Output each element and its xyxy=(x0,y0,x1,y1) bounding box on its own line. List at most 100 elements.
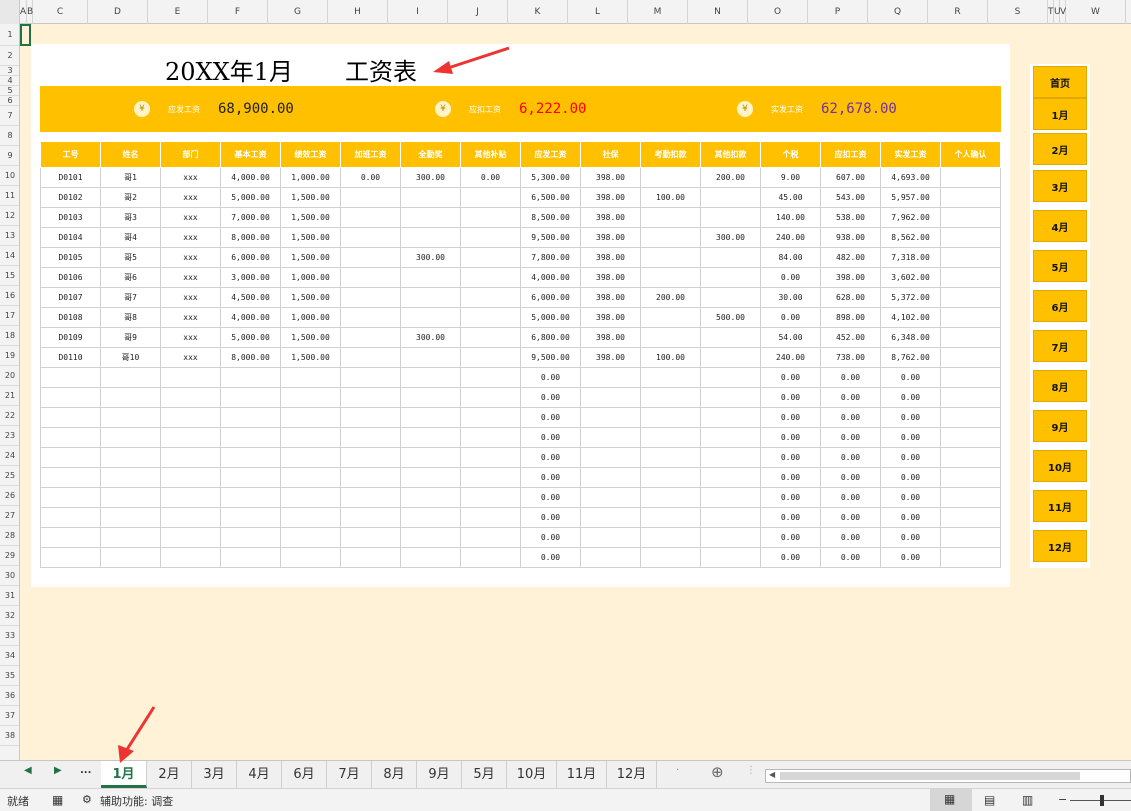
table-cell[interactable] xyxy=(640,247,701,268)
table-cell[interactable] xyxy=(280,367,341,388)
table-cell[interactable]: 398.00 xyxy=(820,267,881,288)
table-cell[interactable]: 1,000.00 xyxy=(280,167,341,188)
table-cell[interactable] xyxy=(100,487,161,508)
table-cell[interactable] xyxy=(700,287,761,308)
table-cell[interactable] xyxy=(340,467,401,488)
table-cell[interactable]: 哥4 xyxy=(100,227,161,248)
tab-scroll-left-icon[interactable]: ◀ xyxy=(24,765,32,776)
table-cell[interactable] xyxy=(940,447,1001,468)
table-cell[interactable] xyxy=(700,367,761,388)
sheet-tab[interactable]: 8月 xyxy=(372,761,417,788)
table-cell[interactable] xyxy=(940,507,1001,528)
table-cell[interactable]: 5,000.00 xyxy=(220,327,281,348)
table-cell[interactable] xyxy=(100,387,161,408)
row-header[interactable]: 6 xyxy=(0,96,19,106)
row-header[interactable]: 16 xyxy=(0,286,19,306)
table-cell[interactable] xyxy=(40,527,101,548)
table-cell[interactable]: 0.00 xyxy=(760,427,821,448)
table-cell[interactable] xyxy=(460,547,521,568)
column-header[interactable]: J xyxy=(448,0,508,24)
row-header[interactable]: 9 xyxy=(0,146,19,166)
sheet-tab[interactable]: 1月 xyxy=(101,761,147,788)
table-cell[interactable]: xxx xyxy=(160,207,221,228)
table-cell[interactable] xyxy=(220,507,281,528)
column-header[interactable]: I xyxy=(388,0,448,24)
table-cell[interactable] xyxy=(580,507,641,528)
table-cell[interactable]: 4,102.00 xyxy=(880,307,941,328)
row-header[interactable]: 21 xyxy=(0,386,19,406)
table-cell[interactable]: D0103 xyxy=(40,207,101,228)
table-cell[interactable]: 538.00 xyxy=(820,207,881,228)
table-cell[interactable]: 1,500.00 xyxy=(280,347,341,368)
table-cell[interactable] xyxy=(460,447,521,468)
nav-month-button[interactable]: 10月 xyxy=(1033,450,1087,482)
table-cell[interactable]: 398.00 xyxy=(580,187,641,208)
column-header[interactable]: K xyxy=(508,0,568,24)
row-header[interactable]: 14 xyxy=(0,246,19,266)
table-cell[interactable]: 100.00 xyxy=(640,347,701,368)
row-header[interactable]: 4 xyxy=(0,76,19,86)
table-cell[interactable] xyxy=(340,327,401,348)
row-header[interactable]: 3 xyxy=(0,66,19,76)
row-header[interactable]: 7 xyxy=(0,106,19,126)
table-cell[interactable]: 200.00 xyxy=(700,167,761,188)
table-cell[interactable] xyxy=(340,207,401,228)
table-cell[interactable] xyxy=(100,547,161,568)
table-cell[interactable]: 0.00 xyxy=(820,367,881,388)
table-cell[interactable]: 0.00 xyxy=(520,467,581,488)
table-cell[interactable] xyxy=(940,527,1001,548)
row-header[interactable]: 36 xyxy=(0,686,19,706)
table-cell[interactable] xyxy=(100,527,161,548)
table-cell[interactable] xyxy=(460,287,521,308)
table-cell[interactable] xyxy=(340,367,401,388)
row-header[interactable]: 30 xyxy=(0,566,19,586)
table-cell[interactable]: 0.00 xyxy=(880,387,941,408)
table-cell[interactable] xyxy=(460,267,521,288)
column-header[interactable]: E xyxy=(148,0,208,24)
table-cell[interactable] xyxy=(160,507,221,528)
row-header[interactable]: 17 xyxy=(0,306,19,326)
table-cell[interactable] xyxy=(160,467,221,488)
table-cell[interactable] xyxy=(160,487,221,508)
table-cell[interactable]: 0.00 xyxy=(820,487,881,508)
table-cell[interactable] xyxy=(220,427,281,448)
table-cell[interactable] xyxy=(160,547,221,568)
table-cell[interactable]: 0.00 xyxy=(520,507,581,528)
table-cell[interactable] xyxy=(940,167,1001,188)
table-cell[interactable] xyxy=(940,247,1001,268)
table-cell[interactable]: 500.00 xyxy=(700,307,761,328)
table-cell[interactable]: 6,500.00 xyxy=(520,187,581,208)
table-cell[interactable] xyxy=(640,487,701,508)
table-cell[interactable]: 4,000.00 xyxy=(220,167,281,188)
table-cell[interactable]: 8,000.00 xyxy=(220,227,281,248)
table-cell[interactable] xyxy=(280,547,341,568)
table-cell[interactable] xyxy=(460,347,521,368)
table-cell[interactable]: 哥8 xyxy=(100,307,161,328)
table-cell[interactable] xyxy=(280,427,341,448)
table-cell[interactable] xyxy=(580,547,641,568)
table-cell[interactable] xyxy=(700,547,761,568)
column-header[interactable]: W xyxy=(1066,0,1126,24)
table-cell[interactable]: 0.00 xyxy=(880,487,941,508)
column-heading[interactable]: 其他扣款 xyxy=(700,141,761,168)
table-cell[interactable]: 9,500.00 xyxy=(520,227,581,248)
table-cell[interactable] xyxy=(640,367,701,388)
table-cell[interactable] xyxy=(940,207,1001,228)
row-header[interactable]: 11 xyxy=(0,186,19,206)
table-cell[interactable] xyxy=(700,267,761,288)
table-cell[interactable]: 300.00 xyxy=(700,227,761,248)
table-cell[interactable]: 0.00 xyxy=(880,407,941,428)
table-cell[interactable] xyxy=(400,187,461,208)
column-header[interactable]: C xyxy=(33,0,88,24)
table-cell[interactable] xyxy=(640,447,701,468)
table-cell[interactable]: 0.00 xyxy=(760,267,821,288)
table-cell[interactable] xyxy=(460,327,521,348)
table-cell[interactable]: 300.00 xyxy=(400,247,461,268)
table-cell[interactable]: 398.00 xyxy=(580,307,641,328)
table-cell[interactable]: 3,000.00 xyxy=(220,267,281,288)
table-cell[interactable]: 6,000.00 xyxy=(220,247,281,268)
table-cell[interactable] xyxy=(940,487,1001,508)
table-cell[interactable]: D0102 xyxy=(40,187,101,208)
table-cell[interactable] xyxy=(400,407,461,428)
table-cell[interactable] xyxy=(280,507,341,528)
